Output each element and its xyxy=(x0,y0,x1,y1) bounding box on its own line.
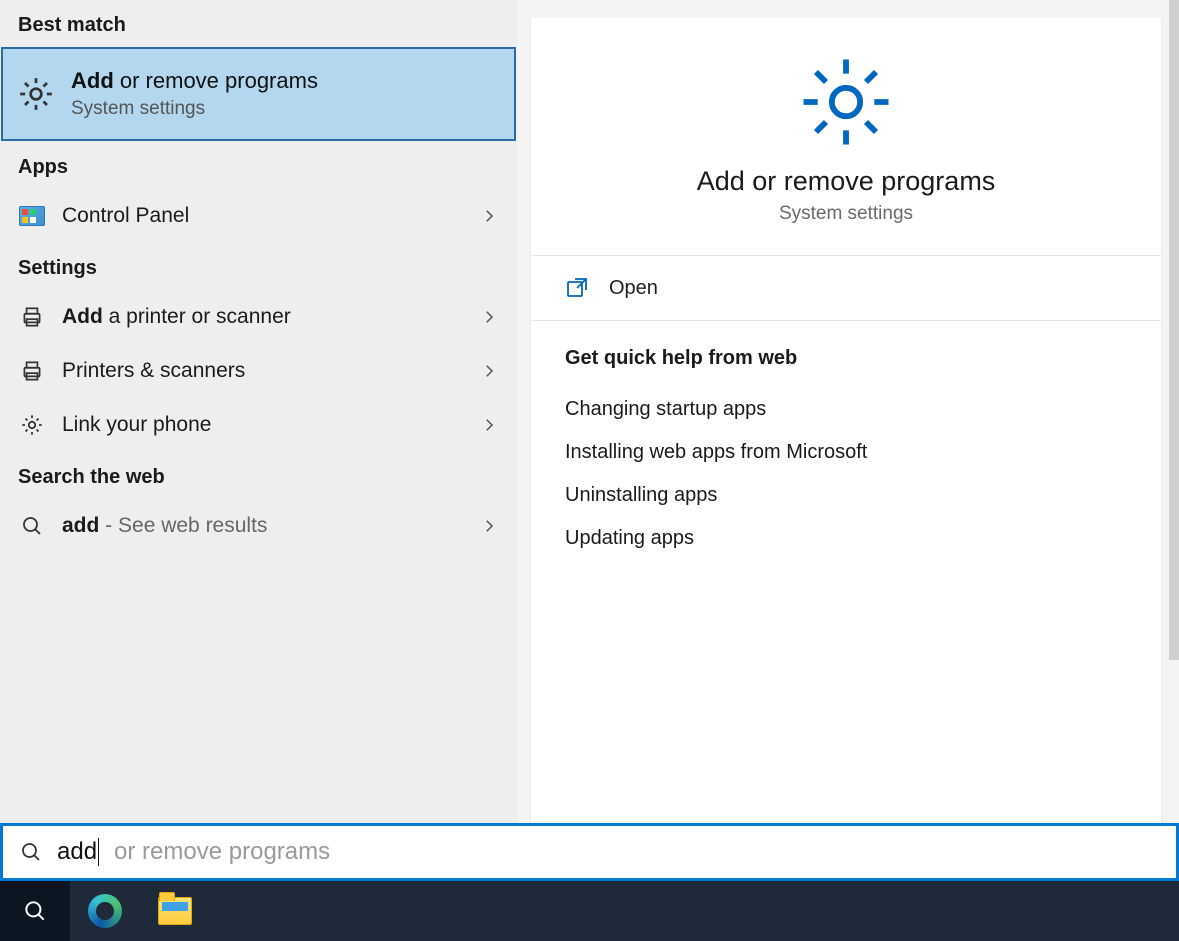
section-header-settings: Settings xyxy=(0,243,517,290)
detail-subtitle: System settings xyxy=(779,203,913,225)
help-link-update[interactable]: Updating apps xyxy=(565,517,1127,560)
help-heading: Get quick help from web xyxy=(565,347,1127,370)
best-match-title: Add or remove programs xyxy=(71,68,318,94)
edge-icon xyxy=(88,894,122,928)
best-match-result[interactable]: Add or remove programs System settings xyxy=(1,47,516,141)
taskbar xyxy=(0,881,1179,941)
result-label: Link your phone xyxy=(62,413,463,437)
open-label: Open xyxy=(609,277,658,300)
detail-title: Add or remove programs xyxy=(697,166,996,197)
search-typed-text: add xyxy=(57,838,100,866)
chevron-right-icon xyxy=(479,415,499,435)
result-control-panel[interactable]: Control Panel xyxy=(0,189,517,243)
chevron-right-icon xyxy=(479,361,499,381)
detail-panel: Add or remove programs System settings O… xyxy=(517,0,1179,823)
search-icon xyxy=(22,898,48,924)
open-icon xyxy=(565,276,589,300)
help-link-startup[interactable]: Changing startup apps xyxy=(565,388,1127,431)
search-results-panel: Best match Add or remove programs System… xyxy=(0,0,517,823)
chevron-right-icon xyxy=(479,307,499,327)
result-printers-scanners[interactable]: Printers & scanners xyxy=(0,344,517,398)
search-icon xyxy=(18,512,46,540)
control-panel-icon xyxy=(18,202,46,230)
taskbar-search-button[interactable] xyxy=(0,881,70,941)
result-web-search[interactable]: add - See web results xyxy=(0,499,517,553)
gear-icon xyxy=(18,411,46,439)
result-label: Add a printer or scanner xyxy=(62,305,463,329)
search-icon xyxy=(19,840,43,864)
scrollbar[interactable] xyxy=(1169,0,1179,660)
detail-hero: Add or remove programs System settings xyxy=(531,18,1161,256)
search-suggestion-text: or remove programs xyxy=(114,838,330,866)
help-link-install-web-apps[interactable]: Installing web apps from Microsoft xyxy=(565,431,1127,474)
folder-icon xyxy=(158,897,192,925)
result-label: Printers & scanners xyxy=(62,359,463,383)
section-header-best-match: Best match xyxy=(0,0,517,47)
taskbar-edge[interactable] xyxy=(70,881,140,941)
printer-icon xyxy=(18,357,46,385)
taskbar-file-explorer[interactable] xyxy=(140,881,210,941)
chevron-right-icon xyxy=(479,516,499,536)
best-match-subtitle: System settings xyxy=(71,98,318,120)
gear-icon xyxy=(15,73,57,115)
chevron-right-icon xyxy=(479,206,499,226)
section-header-apps: Apps xyxy=(0,142,517,189)
result-link-phone[interactable]: Link your phone xyxy=(0,398,517,452)
section-header-web: Search the web xyxy=(0,452,517,499)
search-input[interactable]: add or remove programs xyxy=(0,823,1179,881)
result-add-printer[interactable]: Add a printer or scanner xyxy=(0,290,517,344)
result-label: add - See web results xyxy=(62,514,463,538)
open-button[interactable]: Open xyxy=(531,256,1161,321)
result-label: Control Panel xyxy=(62,204,463,228)
gear-icon xyxy=(796,52,896,152)
printer-icon xyxy=(18,303,46,331)
help-link-uninstall[interactable]: Uninstalling apps xyxy=(565,474,1127,517)
